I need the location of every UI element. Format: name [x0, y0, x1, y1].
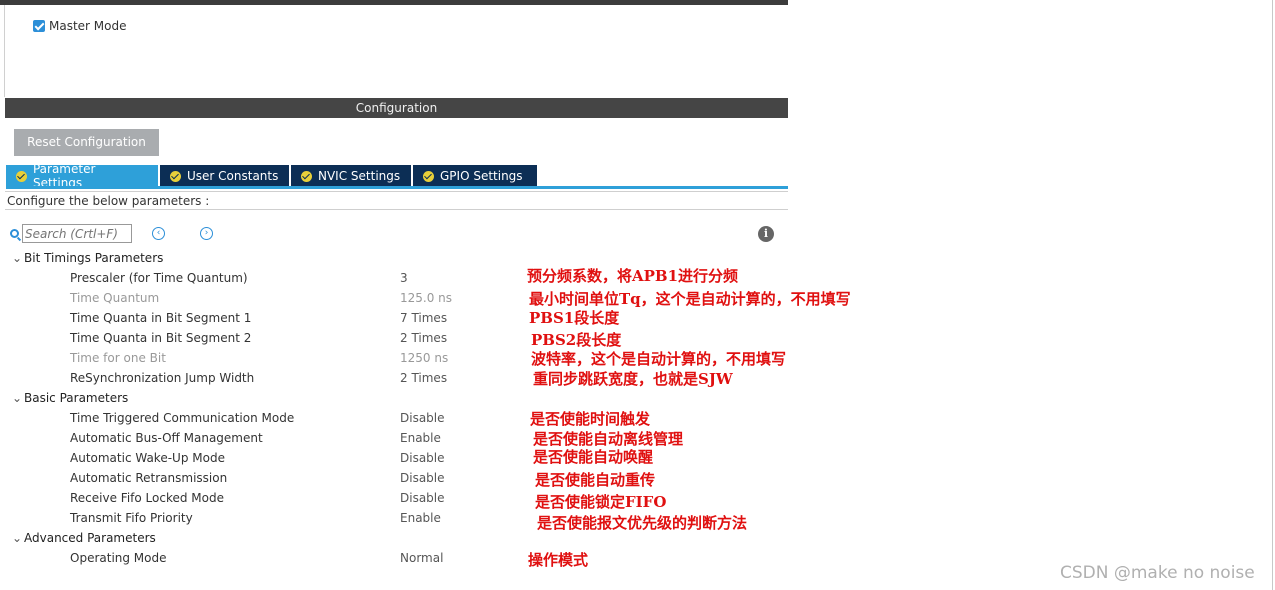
param-label[interactable]: Prescaler (for Time Quantum): [70, 268, 248, 288]
master-mode-option[interactable]: Master Mode: [33, 18, 127, 34]
param-label[interactable]: Automatic Retransmission: [70, 468, 227, 488]
info-icon[interactable]: i: [758, 226, 774, 242]
param-label[interactable]: Automatic Wake-Up Mode: [70, 448, 225, 468]
group-bit-timings[interactable]: ⌄ Bit Timings Parameters: [12, 248, 163, 268]
annotation-time-triggered: 是否使能时间触发: [530, 410, 651, 428]
param-label[interactable]: Transmit Fifo Priority: [70, 508, 193, 528]
tab-underline: [6, 186, 788, 189]
search-input[interactable]: [22, 224, 132, 243]
chevron-down-icon: ⌄: [12, 251, 23, 265]
annotation-fifo-priority: 是否使能报文优先级的判断方法: [537, 514, 748, 532]
reset-configuration-button[interactable]: Reset Configuration: [14, 129, 159, 156]
param-label[interactable]: Time Quanta in Bit Segment 1: [70, 308, 251, 328]
next-result-icon[interactable]: ›: [200, 227, 213, 240]
annotation-operating-mode: 操作模式: [528, 551, 589, 569]
check-circle-icon: [16, 170, 27, 182]
group-label: Advanced Parameters: [24, 531, 156, 545]
param-value[interactable]: 7 Times: [400, 308, 447, 328]
param-value: 1250 ns: [400, 351, 449, 365]
param-label[interactable]: Time Triggered Communication Mode: [70, 408, 294, 428]
annotation-retransmission: 是否使能自动重传: [535, 471, 656, 489]
tab-label: NVIC Settings: [318, 169, 401, 183]
master-mode-checkbox[interactable]: [33, 20, 45, 32]
annotation-baud-rate: 波特率，这个是自动计算的，不用填写: [531, 350, 787, 368]
window-right-border: [1272, 0, 1273, 590]
top-dark-bar: [0, 0, 788, 5]
configuration-header: Configuration: [5, 98, 788, 118]
param-value[interactable]: Disable: [400, 448, 445, 468]
annotation-pbs1: PBS1段长度: [529, 309, 620, 327]
param-value[interactable]: Enable: [400, 428, 441, 448]
watermark: CSDN @make no noise: [1060, 563, 1255, 583]
search-icon: [10, 229, 19, 238]
param-label[interactable]: ReSynchronization Jump Width: [70, 368, 254, 388]
param-value[interactable]: Enable: [400, 508, 441, 528]
tab-parameter-settings[interactable]: Parameter Settings: [6, 162, 158, 190]
param-label: Time Quantum: [70, 291, 160, 305]
tab-nvic-settings[interactable]: NVIC Settings: [291, 165, 411, 187]
param-value[interactable]: 2 Times: [400, 368, 447, 388]
search-bar: [10, 223, 132, 244]
tab-label: GPIO Settings: [440, 169, 523, 183]
annotation-sjw: 重同步跳跃宽度，也就是SJW: [533, 370, 733, 388]
group-basic[interactable]: ⌄ Basic Parameters: [12, 388, 128, 408]
group-label: Bit Timings Parameters: [24, 251, 164, 265]
check-circle-icon: [301, 170, 312, 182]
panel-left-border: [4, 5, 5, 97]
check-circle-icon: [170, 170, 181, 182]
param-value[interactable]: 3: [400, 268, 408, 288]
group-label: Basic Parameters: [24, 391, 129, 405]
param-value[interactable]: Disable: [400, 408, 445, 428]
tab-label: User Constants: [187, 169, 279, 183]
param-value[interactable]: Disable: [400, 488, 445, 508]
chevron-down-icon: ⌄: [12, 391, 23, 405]
param-label[interactable]: Receive Fifo Locked Mode: [70, 488, 224, 508]
param-label: Time for one Bit: [70, 351, 166, 365]
param-value[interactable]: Disable: [400, 468, 445, 488]
tab-gpio-settings[interactable]: GPIO Settings: [413, 165, 537, 187]
configure-instructions: Configure the below parameters :: [5, 191, 788, 210]
annotation-fifo-locked: 是否使能锁定FIFO: [535, 493, 667, 511]
param-value[interactable]: Normal: [400, 548, 443, 568]
tab-user-constants[interactable]: User Constants: [160, 165, 289, 187]
param-label[interactable]: Operating Mode: [70, 548, 167, 568]
check-circle-icon: [423, 170, 434, 182]
master-mode-label: Master Mode: [49, 19, 127, 33]
param-value: 125.0 ns: [400, 291, 453, 305]
chevron-down-icon: ⌄: [12, 531, 23, 545]
annotation-prescaler: 预分频系数，将APB1进行分频: [527, 267, 739, 285]
param-label[interactable]: Time Quanta in Bit Segment 2: [70, 328, 251, 348]
annotation-time-quantum: 最小时间单位Tq，这个是自动计算的，不用填写: [529, 290, 851, 308]
group-advanced[interactable]: ⌄ Advanced Parameters: [12, 528, 156, 548]
annotation-pbs2: PBS2段长度: [531, 331, 622, 349]
param-value[interactable]: 2 Times: [400, 328, 447, 348]
annotation-wake-up: 是否使能自动唤醒: [533, 448, 654, 466]
previous-result-icon[interactable]: ‹: [152, 227, 165, 240]
configuration-tabs: Parameter Settings User Constants NVIC S…: [6, 162, 537, 190]
param-label[interactable]: Automatic Bus-Off Management: [70, 428, 263, 448]
